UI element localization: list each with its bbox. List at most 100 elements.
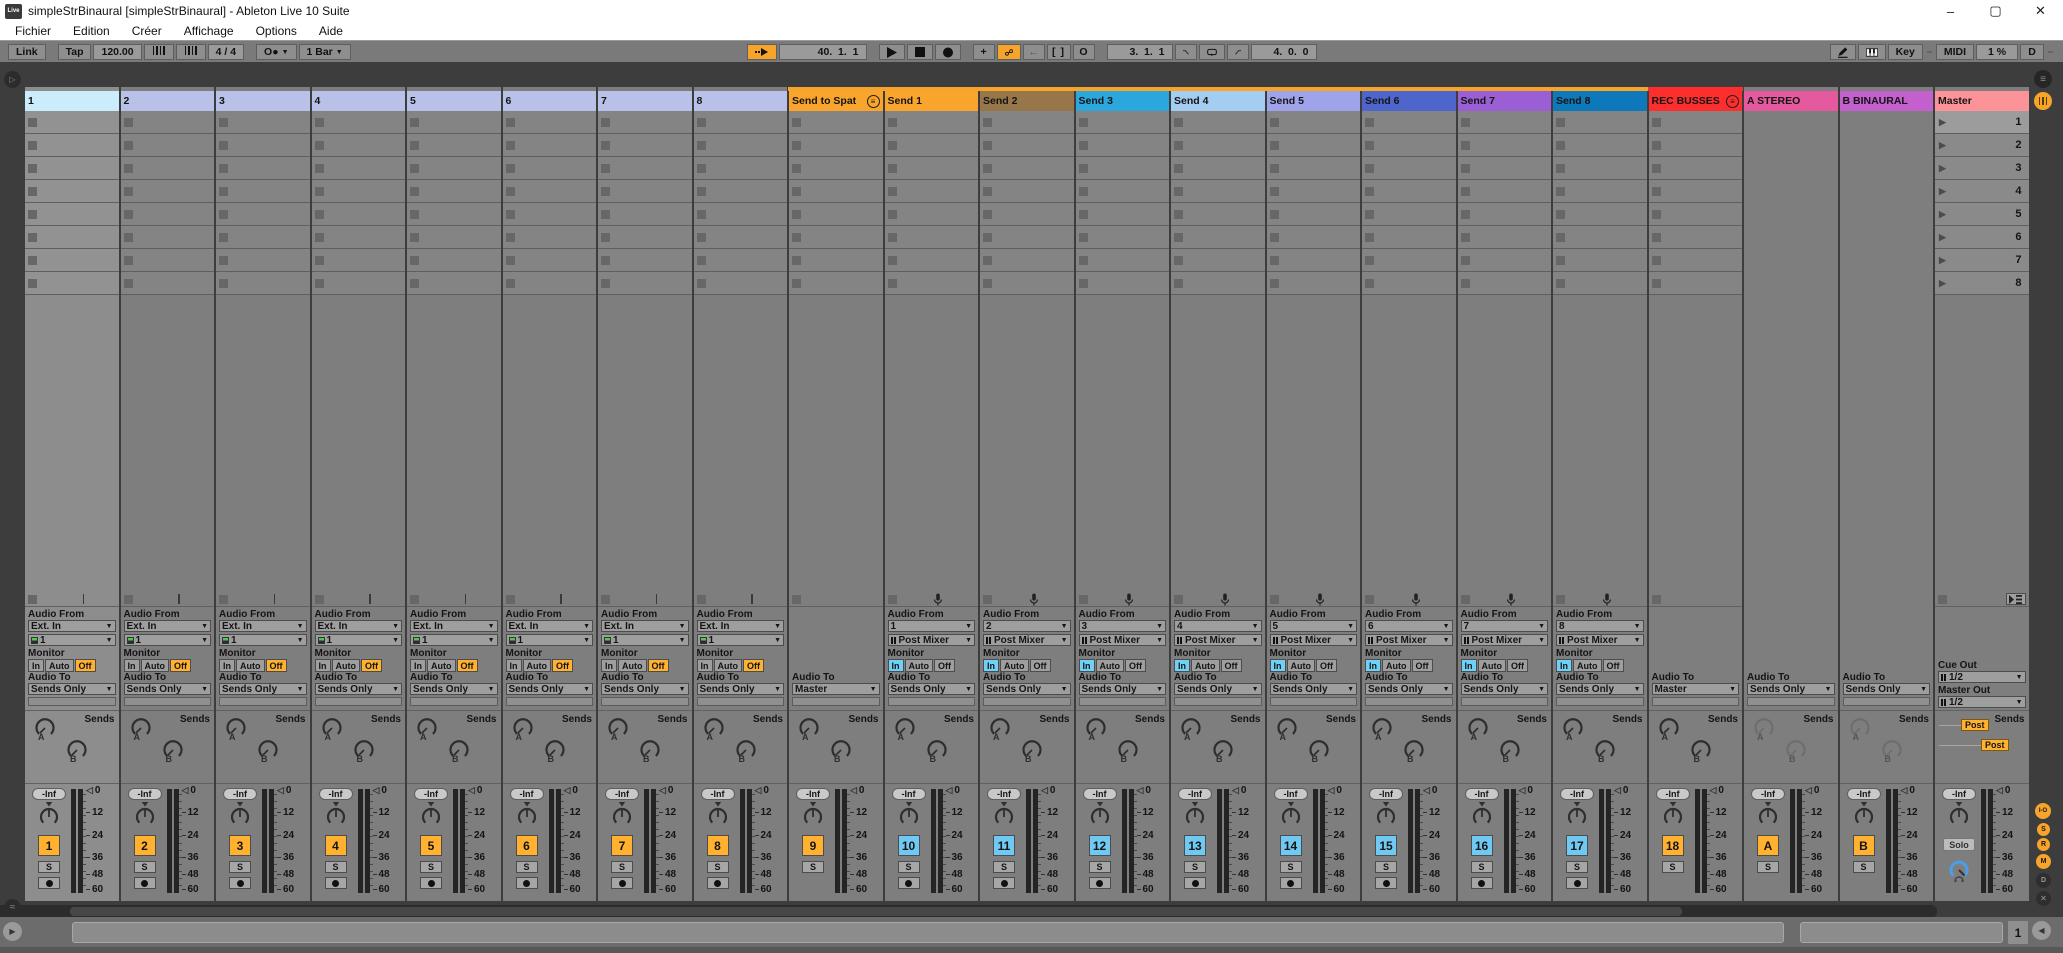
send-a-knob[interactable]: A: [224, 716, 248, 742]
pan-knob[interactable]: [321, 802, 351, 832]
clip-stop-slot[interactable]: [1553, 157, 1647, 180]
output-channel-chooser[interactable]: [792, 697, 880, 706]
show-returns-toggle[interactable]: R: [2037, 838, 2050, 851]
scene-7[interactable]: ▶ 7: [1935, 249, 2029, 272]
volume-field[interactable]: -Inf: [1369, 788, 1403, 800]
clip-stop-icon[interactable]: [1174, 118, 1183, 127]
clip-stop-icon[interactable]: [1079, 256, 1088, 265]
track-stop-button[interactable]: [601, 595, 610, 604]
input-channel-chooser[interactable]: Post Mixer▼: [1079, 634, 1167, 646]
clip-stop-slot[interactable]: [1553, 249, 1647, 272]
clip-stop-slot[interactable]: [503, 134, 597, 157]
stop-button[interactable]: [907, 44, 933, 60]
arm-button[interactable]: [229, 877, 251, 889]
track-header[interactable]: 1: [25, 91, 119, 111]
clip-stop-slot[interactable]: [216, 272, 310, 295]
volume-field[interactable]: -Inf: [1942, 788, 1976, 800]
monitor-auto-button[interactable]: Auto: [427, 659, 456, 672]
clip-stop-slot[interactable]: [980, 272, 1074, 295]
monitor-off-button[interactable]: Off: [648, 659, 669, 672]
clip-stop-slot[interactable]: [503, 157, 597, 180]
output-type-chooser[interactable]: Sends Only▼: [28, 683, 116, 695]
empty-clip-area[interactable]: [216, 295, 310, 592]
clip-stop-slot[interactable]: [121, 203, 215, 226]
clip-stop-icon[interactable]: [1174, 210, 1183, 219]
clip-stop-slot[interactable]: [216, 157, 310, 180]
clip-stop-slot[interactable]: [1649, 157, 1743, 180]
clip-stop-slot[interactable]: [312, 157, 406, 180]
output-channel-chooser[interactable]: [219, 697, 307, 706]
volume-field[interactable]: -Inf: [1083, 788, 1117, 800]
output-channel-chooser[interactable]: [888, 697, 976, 706]
scene-6[interactable]: ▶ 6: [1935, 226, 2029, 249]
clip-stop-icon[interactable]: [1461, 279, 1470, 288]
track-activator-button[interactable]: 1: [38, 835, 60, 856]
clip-stop-slot[interactable]: [1362, 134, 1456, 157]
clip-stop-icon[interactable]: [1461, 187, 1470, 196]
clip-stop-icon[interactable]: [697, 187, 706, 196]
clip-stop-icon[interactable]: [506, 256, 515, 265]
empty-clip-area[interactable]: [503, 295, 597, 592]
input-type-chooser[interactable]: 6▼: [1365, 620, 1453, 632]
pan-knob[interactable]: [130, 802, 160, 832]
track-activator-button[interactable]: 13: [1184, 835, 1206, 856]
output-channel-chooser[interactable]: [1079, 697, 1167, 706]
monitor-auto-button[interactable]: Auto: [45, 659, 74, 672]
input-type-chooser[interactable]: 8▼: [1556, 620, 1644, 632]
send-b-knob[interactable]: B: [1211, 738, 1235, 764]
clip-stop-slot[interactable]: [1267, 111, 1361, 134]
clip-stop-slot[interactable]: [407, 180, 501, 203]
track-activator-button[interactable]: 11: [993, 835, 1015, 856]
volume-field[interactable]: -Inf: [319, 788, 353, 800]
input-channel-chooser[interactable]: Post Mixer▼: [1270, 634, 1358, 646]
monitor-auto-button[interactable]: Auto: [714, 659, 743, 672]
menu-affichage[interactable]: Affichage: [173, 24, 245, 38]
track-activator-button[interactable]: 10: [898, 835, 920, 856]
clip-stop-slot[interactable]: [1076, 157, 1170, 180]
volume-field[interactable]: -Inf: [1847, 788, 1881, 800]
menu-fichier[interactable]: Fichier: [4, 24, 62, 38]
output-type-chooser[interactable]: Sends Only▼: [1843, 683, 1931, 695]
time-signature-field[interactable]: 4 / 4: [208, 44, 244, 60]
clip-stop-icon[interactable]: [888, 279, 897, 288]
input-type-chooser[interactable]: 2▼: [983, 620, 1071, 632]
track-stop-button[interactable]: [315, 595, 324, 604]
punch-out-button[interactable]: [1227, 44, 1249, 60]
volume-field[interactable]: -Inf: [605, 788, 639, 800]
clip-stop-slot[interactable]: [1362, 272, 1456, 295]
clip-stop-slot[interactable]: [312, 203, 406, 226]
clip-stop-slot[interactable]: [789, 111, 883, 134]
mixer-view-icon[interactable]: [2034, 92, 2052, 110]
monitor-off-button[interactable]: Off: [743, 659, 764, 672]
volume-field[interactable]: -Inf: [510, 788, 544, 800]
output-type-chooser[interactable]: Master▼: [1652, 683, 1740, 695]
track-activator-button[interactable]: B: [1853, 835, 1875, 856]
clip-stop-slot[interactable]: [312, 134, 406, 157]
clip-stop-slot[interactable]: [25, 157, 119, 180]
clip-stop-icon[interactable]: [1174, 256, 1183, 265]
clip-stop-slot[interactable]: [1171, 203, 1265, 226]
clip-stop-icon[interactable]: [219, 210, 228, 219]
clip-stop-icon[interactable]: [410, 187, 419, 196]
input-type-chooser[interactable]: 5▼: [1270, 620, 1358, 632]
solo-button[interactable]: S: [1184, 861, 1206, 873]
empty-clip-area[interactable]: [1267, 295, 1361, 592]
clip-stop-slot[interactable]: [407, 249, 501, 272]
show-overview-icon[interactable]: ≈: [4, 899, 21, 916]
quantization-menu[interactable]: 1 Bar▼: [299, 44, 351, 60]
clip-stop-icon[interactable]: [1556, 210, 1565, 219]
clip-stop-slot[interactable]: [121, 249, 215, 272]
input-channel-chooser[interactable]: Post Mixer▼: [888, 634, 976, 646]
clip-stop-slot[interactable]: [789, 249, 883, 272]
clip-stop-icon[interactable]: [219, 256, 228, 265]
show-track-delay-toggle[interactable]: D: [2036, 873, 2051, 888]
empty-clip-area[interactable]: [789, 295, 883, 592]
send-a-knob[interactable]: A: [511, 716, 535, 742]
clip-stop-slot[interactable]: [407, 111, 501, 134]
track-header[interactable]: 2: [121, 91, 215, 111]
solo-button[interactable]: S: [420, 861, 442, 873]
clip-stop-slot[interactable]: [1076, 249, 1170, 272]
scene-play-icon[interactable]: ▶: [1939, 186, 1946, 197]
track-activator-button[interactable]: 4: [325, 835, 347, 856]
output-type-chooser[interactable]: Sends Only▼: [124, 683, 212, 695]
